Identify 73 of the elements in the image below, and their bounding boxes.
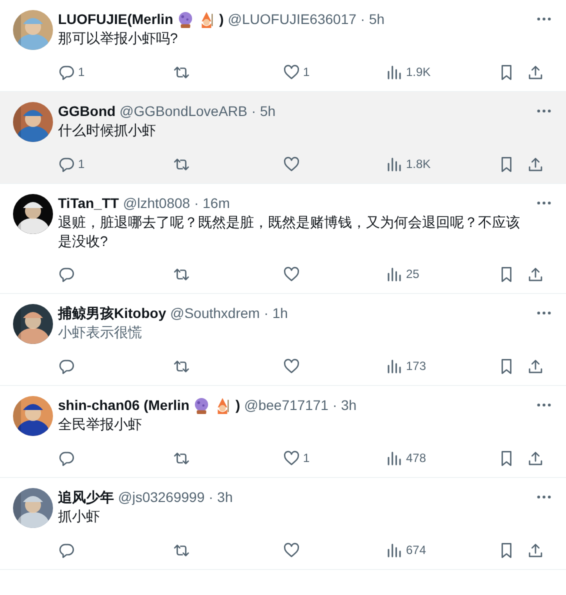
- share-icon[interactable]: [527, 64, 544, 80]
- user-name[interactable]: 追风少年: [58, 488, 114, 506]
- share-icon[interactable]: [527, 266, 544, 282]
- user-handle[interactable]: @lzht0808: [122, 194, 190, 212]
- repost-icon[interactable]: [173, 542, 190, 558]
- views-icon[interactable]: [386, 542, 403, 558]
- more-icon[interactable]: [536, 310, 552, 316]
- repost-icon[interactable]: [173, 64, 190, 80]
- user-name[interactable]: LUOFUJIE(Merlin: [58, 10, 174, 28]
- reply-icon[interactable]: [58, 156, 75, 172]
- user-name-end: ): [219, 10, 224, 28]
- views-count: 25: [406, 267, 420, 281]
- post-time: · 3h: [332, 396, 357, 414]
- like-count: 1: [303, 65, 310, 79]
- user-name[interactable]: GGBond: [58, 102, 116, 120]
- more-icon[interactable]: [536, 108, 552, 114]
- more-icon[interactable]: [536, 16, 552, 22]
- like-icon[interactable]: [283, 358, 300, 374]
- repost-icon[interactable]: [173, 266, 190, 282]
- post-time: · 1h: [264, 304, 288, 322]
- reply-count: 1: [78, 157, 85, 171]
- user-handle[interactable]: @GGBondLoveARB: [120, 102, 248, 120]
- user-name[interactable]: 捕鲸男孩Kitoboy: [58, 304, 166, 322]
- like-count: 1: [303, 451, 310, 465]
- user-handle[interactable]: @LUOFUJIE636017: [228, 10, 356, 28]
- reply-text: 全民举报小虾: [58, 415, 143, 434]
- repost-icon[interactable]: [173, 450, 190, 466]
- post-time: · 5h: [251, 102, 276, 120]
- views-icon[interactable]: [386, 266, 403, 282]
- reply-icon[interactable]: [58, 542, 75, 558]
- like-icon[interactable]: [283, 156, 300, 172]
- views-count: 674: [406, 543, 426, 557]
- views-icon[interactable]: [386, 358, 403, 374]
- share-icon[interactable]: [527, 156, 544, 172]
- reply-text: 那可以举报小虾吗?: [58, 29, 179, 48]
- like-icon[interactable]: [283, 542, 300, 558]
- user-handle[interactable]: @js03269999: [118, 488, 205, 506]
- user-name-end: ): [235, 396, 240, 414]
- reply-post[interactable]: GGBond @GGBondLoveARB · 5h 什么时候抓小虾 1 1.8K: [0, 92, 566, 184]
- share-icon[interactable]: [527, 358, 544, 374]
- reply-icon[interactable]: [58, 450, 75, 466]
- views-icon[interactable]: [386, 450, 403, 466]
- repost-icon[interactable]: [173, 358, 190, 374]
- user-handle[interactable]: @bee717171: [244, 396, 328, 414]
- reply-icon[interactable]: [58, 266, 75, 282]
- like-icon[interactable]: [283, 450, 300, 466]
- views-count: 1.8K: [406, 157, 431, 171]
- more-icon[interactable]: [536, 402, 552, 408]
- reply-count: 1: [78, 65, 85, 79]
- like-icon[interactable]: [283, 266, 300, 282]
- user-handle[interactable]: @Southxdrem: [170, 304, 260, 322]
- views-count: 173: [406, 359, 426, 373]
- reply-icon[interactable]: [58, 64, 75, 80]
- post-time: · 3h: [208, 488, 233, 506]
- reply-text: 抓小虾: [58, 507, 101, 526]
- views-icon[interactable]: [386, 156, 403, 172]
- like-icon[interactable]: [283, 64, 300, 80]
- share-icon[interactable]: [527, 542, 544, 558]
- reply-text: 什么时候抓小虾: [58, 121, 157, 140]
- views-icon[interactable]: [386, 64, 403, 80]
- share-icon[interactable]: [527, 450, 544, 466]
- post-time: · 16m: [194, 194, 230, 212]
- reply-text: 小虾表示很慌: [58, 323, 143, 342]
- reply-text: 退赃，脏退哪去了呢？既然是脏，既然是赌博钱，又为何会退回呢？不应该是没收?: [58, 213, 521, 251]
- user-name[interactable]: shin-chan06 (Merlin: [58, 396, 190, 414]
- more-icon[interactable]: [536, 494, 552, 500]
- post-time: · 5h: [360, 10, 385, 28]
- views-count: 478: [406, 451, 426, 465]
- more-icon[interactable]: [536, 200, 552, 206]
- views-count: 1.9K: [406, 65, 431, 79]
- repost-icon[interactable]: [173, 156, 190, 172]
- reply-icon[interactable]: [58, 358, 75, 374]
- user-name[interactable]: TiTan_TT: [58, 194, 119, 212]
